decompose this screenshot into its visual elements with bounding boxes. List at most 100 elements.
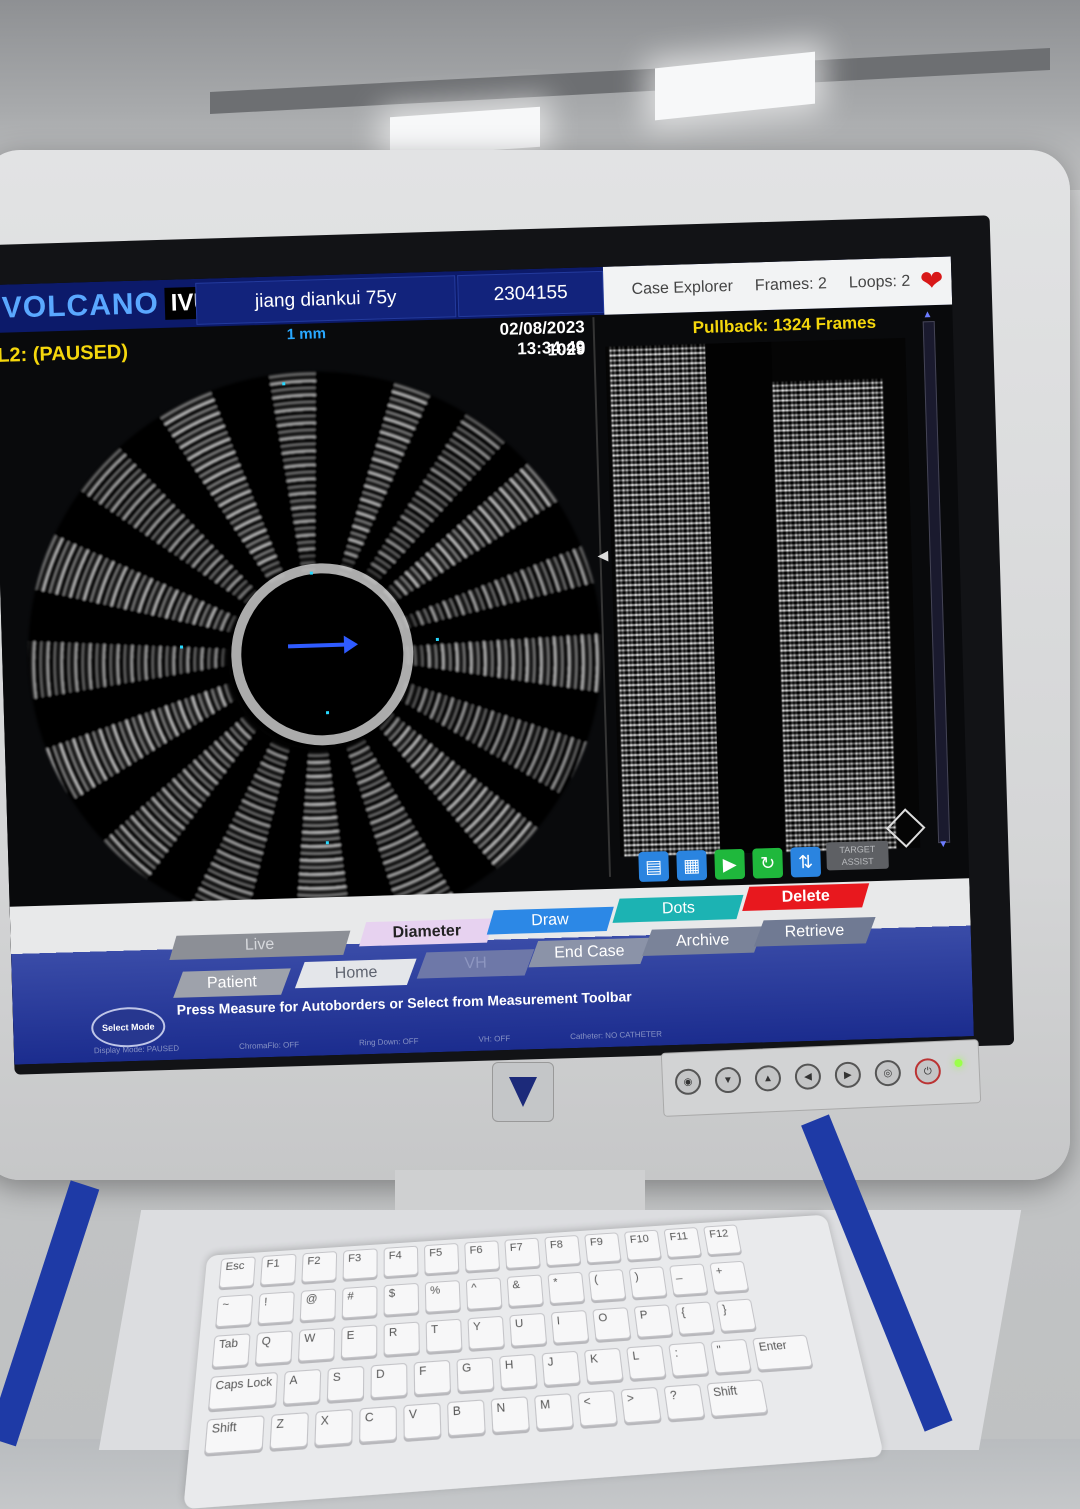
keyboard-key[interactable]: U: [509, 1313, 547, 1347]
keyboard-key[interactable]: B: [447, 1399, 486, 1436]
keyboard-key[interactable]: P: [634, 1304, 674, 1338]
keyboard-key[interactable]: F3: [343, 1248, 378, 1280]
keyboard-key[interactable]: F11: [663, 1227, 701, 1258]
end-case-tab[interactable]: End Case: [528, 938, 650, 968]
keyboard-key[interactable]: ~: [215, 1294, 253, 1327]
keyboard-key[interactable]: F5: [424, 1243, 459, 1275]
keyboard-key[interactable]: M: [534, 1393, 574, 1430]
keyboard-key[interactable]: F12: [703, 1224, 742, 1255]
keyboard-key[interactable]: F8: [544, 1235, 581, 1266]
end-case-tab-label: End Case: [554, 942, 625, 962]
keyboard[interactable]: Esc F1 F2 F3 F4 F5 F6 F7 F8 F9 F10 F11 F12 ~! @ # $% ^ & *(…: [183, 1215, 884, 1509]
keyboard-key[interactable]: Enter: [752, 1335, 813, 1371]
select-mode-button[interactable]: Select Mode: [91, 1006, 166, 1048]
down-button-icon[interactable]: ▼: [714, 1067, 741, 1094]
case-explorer-label[interactable]: Case Explorer: [631, 278, 733, 299]
right-button-icon[interactable]: ▶: [834, 1061, 861, 1088]
keyboard-key[interactable]: _: [669, 1263, 708, 1295]
scroll-up-icon[interactable]: ▲: [921, 309, 933, 321]
home-tab[interactable]: Home: [295, 959, 417, 989]
split-view-icon[interactable]: ⇅: [790, 847, 821, 878]
keyboard-key[interactable]: C: [359, 1406, 397, 1443]
keyboard-key[interactable]: L: [626, 1345, 666, 1380]
keyboard-key[interactable]: E: [341, 1324, 377, 1358]
keyboard-key[interactable]: F7: [504, 1238, 540, 1269]
keyboard-key[interactable]: :: [668, 1342, 709, 1377]
longitudinal-view[interactable]: [605, 338, 920, 857]
draw-button[interactable]: Draw: [487, 907, 614, 935]
keyboard-key[interactable]: Tab: [212, 1333, 251, 1368]
keyboard-key[interactable]: F6: [464, 1240, 500, 1271]
scroll-down-icon[interactable]: ▼: [937, 839, 949, 851]
bookmark-down-icon[interactable]: ▤: [638, 851, 669, 882]
keyboard-key[interactable]: I: [551, 1310, 590, 1344]
keyboard-key[interactable]: !: [258, 1291, 295, 1324]
keyboard-key[interactable]: F4: [384, 1246, 419, 1278]
diameter-button[interactable]: Diameter: [359, 918, 494, 946]
keyboard-key[interactable]: F: [414, 1360, 451, 1396]
keyboard-key[interactable]: ": [710, 1339, 752, 1374]
keyboard-key[interactable]: G: [456, 1357, 494, 1393]
book-icon[interactable]: ▦: [676, 850, 707, 881]
monitor-logo-button[interactable]: [492, 1062, 554, 1122]
keyboard-key[interactable]: +: [709, 1261, 749, 1293]
keyboard-key[interactable]: W: [298, 1327, 335, 1361]
keyboard-key[interactable]: {: [675, 1301, 715, 1335]
keyboard-key[interactable]: J: [541, 1351, 580, 1386]
target-assist-button[interactable]: TARGET ASSIST: [826, 841, 889, 871]
keyboard-key[interactable]: Caps Lock: [208, 1372, 278, 1410]
longitudinal-scrollbar[interactable]: [923, 321, 950, 843]
keyboard-key[interactable]: #: [342, 1286, 378, 1319]
keyboard-key[interactable]: Z: [269, 1412, 308, 1450]
cross-section-view[interactable]: [12, 363, 618, 940]
keyboard-key[interactable]: Q: [255, 1330, 293, 1365]
keyboard-key[interactable]: Shift: [204, 1415, 265, 1454]
keyboard-key[interactable]: Shift: [706, 1379, 768, 1417]
live-button[interactable]: Live: [169, 931, 350, 960]
keyboard-key[interactable]: ?: [663, 1384, 705, 1421]
keyboard-key[interactable]: S: [327, 1366, 365, 1402]
keyboard-key[interactable]: F9: [584, 1232, 621, 1263]
keyboard-key[interactable]: D: [371, 1363, 408, 1399]
left-button-icon[interactable]: ◀: [794, 1063, 821, 1090]
keyboard-key[interactable]: *: [547, 1272, 585, 1305]
case-explorer-panel[interactable]: Case Explorer Frames: 2 Loops: 2: [603, 257, 952, 315]
up-button-icon[interactable]: ▲: [754, 1065, 781, 1092]
keyboard-key[interactable]: $: [384, 1283, 420, 1316]
keyboard-key[interactable]: H: [499, 1354, 538, 1389]
menu-button-icon[interactable]: ◉: [674, 1068, 701, 1095]
keyboard-key[interactable]: ): [629, 1266, 668, 1298]
keyboard-key[interactable]: >: [620, 1387, 661, 1424]
keyboard-key[interactable]: F10: [624, 1230, 662, 1261]
retrieve-tab[interactable]: Retrieve: [754, 917, 876, 947]
vh-tab[interactable]: VH: [417, 949, 535, 979]
keyboard-key[interactable]: V: [403, 1403, 441, 1440]
patient-tab[interactable]: Patient: [173, 968, 291, 998]
delete-button[interactable]: Delete: [742, 883, 869, 911]
keyboard-key[interactable]: <: [577, 1390, 618, 1427]
power-button-icon[interactable]: ⏻: [914, 1058, 941, 1085]
keyboard-key[interactable]: Y: [467, 1316, 504, 1350]
keyboard-key[interactable]: %: [425, 1280, 461, 1313]
keyboard-key[interactable]: }: [716, 1299, 757, 1332]
keyboard-key[interactable]: O: [592, 1307, 631, 1341]
keyboard-key[interactable]: K: [584, 1348, 624, 1383]
keyboard-key[interactable]: (: [588, 1269, 626, 1301]
keyboard-key[interactable]: ^: [466, 1277, 503, 1310]
loop-icon[interactable]: ↻: [752, 848, 783, 879]
keyboard-key[interactable]: Esc: [219, 1256, 256, 1288]
archive-tab[interactable]: Archive: [642, 926, 764, 956]
keyboard-key[interactable]: @: [300, 1288, 337, 1321]
source-button-icon[interactable]: ◎: [874, 1060, 901, 1087]
play-icon[interactable]: ▶: [714, 849, 745, 880]
keyboard-key[interactable]: A: [283, 1369, 321, 1405]
keyboard-key[interactable]: F2: [301, 1251, 337, 1283]
keyboard-key[interactable]: &: [507, 1274, 544, 1307]
keyboard-key[interactable]: T: [426, 1319, 463, 1353]
keyboard-key[interactable]: X: [314, 1409, 353, 1446]
keyboard-key[interactable]: R: [384, 1322, 420, 1356]
keyboard-key[interactable]: N: [491, 1396, 530, 1433]
keyboard-key[interactable]: F1: [260, 1254, 297, 1286]
dots-button[interactable]: Dots: [612, 895, 743, 923]
frame-marker-icon[interactable]: ◀: [597, 547, 608, 564]
